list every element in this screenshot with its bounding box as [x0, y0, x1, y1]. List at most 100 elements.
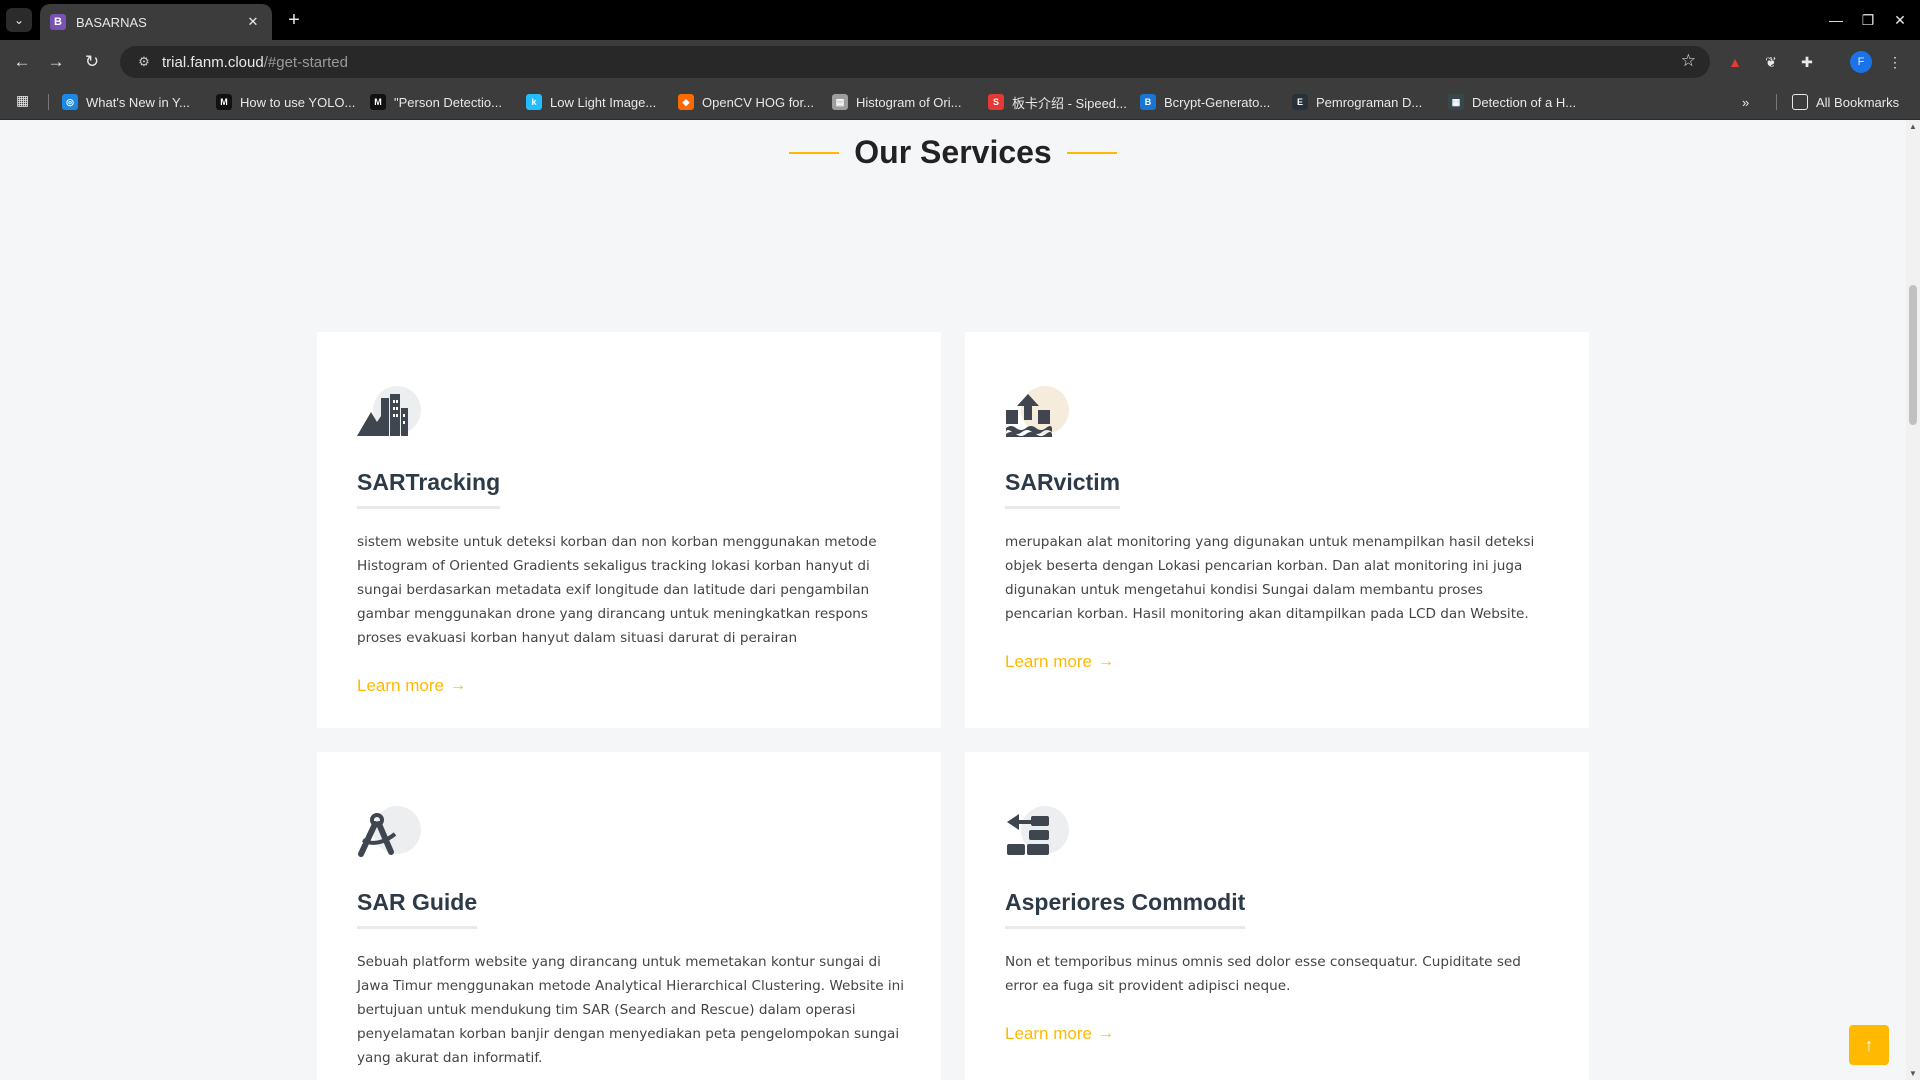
heading-line-left [789, 151, 840, 154]
extensions-puzzle-icon[interactable]: ✚ [1796, 51, 1818, 73]
service-card-sar-guide: SAR Guide Sebuah platform website yang d… [317, 752, 941, 1080]
tab-title: BASARNAS [76, 14, 147, 30]
learn-more-link[interactable]: Learn more → [1005, 1024, 1114, 1044]
arrow-up-icon: ↑ [1864, 1034, 1874, 1055]
bookmark-label: Low Light Image... [550, 94, 657, 110]
bookmark-label: OpenCV HOG for... [702, 94, 814, 110]
tab-basarnas[interactable]: B BASARNAS ✕ [40, 4, 272, 40]
scroll-up-icon[interactable]: ▲ [1909, 122, 1917, 131]
site-info-icon[interactable]: ⚙ [126, 54, 162, 70]
folder-icon [1792, 94, 1808, 110]
medium-icon: M [216, 94, 232, 110]
bookmark-item[interactable]: ▤ Histogram of Ori... [832, 90, 961, 114]
service-title: SAR Guide [357, 889, 478, 929]
service-card-sarvictim: SARvictim merupakan alat monitoring yang… [965, 332, 1589, 728]
bookmark-label: What's New in Y... [86, 94, 190, 110]
site-icon: E [1292, 94, 1308, 110]
service-title: SARvictim [1005, 469, 1121, 509]
bookmark-item[interactable]: E Pemrograman D... [1292, 90, 1422, 114]
apps-grid-icon[interactable]: ▦ [16, 92, 34, 110]
service-icon [1005, 386, 1069, 442]
all-bookmarks-button[interactable]: All Bookmarks [1792, 90, 1899, 114]
reload-icon[interactable]: ↻ [80, 50, 104, 74]
bookmark-separator [1776, 94, 1777, 110]
arrow-right-icon: → [1097, 653, 1114, 670]
heading-line-right [1066, 151, 1117, 154]
learn-more-link[interactable]: Learn more → [357, 676, 466, 696]
service-icon [1005, 806, 1069, 862]
bcrypt-icon: B [1140, 94, 1156, 110]
swirl-icon: ◎ [62, 94, 78, 110]
medium-icon: M [370, 94, 386, 110]
service-description: Sebuah platform website yang dirancang u… [357, 954, 905, 1066]
bookmark-item[interactable]: S 板卡介绍 - Sipeed... [988, 90, 1127, 114]
bookmark-item[interactable]: M "Person Detectio... [370, 90, 502, 114]
navigation-bar: ← → ↻ ⚙ trial.fanm.cloud /#get-started ☆… [0, 40, 1920, 84]
minimize-icon[interactable]: — [1824, 8, 1848, 32]
page-content: Our Services SARTracking sistem website … [0, 120, 1906, 1080]
arrow-up-water-icon [1006, 394, 1052, 437]
tab-close-icon[interactable]: ✕ [244, 14, 262, 30]
scrollbar-thumb[interactable] [1909, 285, 1917, 425]
close-window-icon[interactable]: ✕ [1888, 8, 1912, 32]
service-card-asperiores-commodit: Asperiores Commodit Non et temporibus mi… [965, 752, 1589, 1080]
learn-more-link[interactable]: Learn more → [1005, 652, 1114, 672]
bookmark-item[interactable]: ◆ OpenCV HOG for... [678, 90, 814, 114]
bookmark-label: Bcrypt-Generato... [1164, 94, 1271, 110]
bookmark-label: Pemrograman D... [1316, 94, 1423, 110]
url-host: trial.fanm.cloud [162, 53, 264, 71]
service-title: SARTracking [357, 469, 501, 509]
more-bookmarks-icon[interactable]: » [1742, 90, 1749, 114]
bookmark-label: 板卡介绍 - Sipeed... [1012, 95, 1127, 111]
tab-search-icon[interactable]: ⌄ [6, 8, 32, 32]
service-icon [357, 806, 421, 862]
service-description: sistem website untuk deteksi korban dan … [357, 534, 877, 646]
learn-more-label: Learn more [1005, 1024, 1092, 1043]
back-icon[interactable]: ← [10, 50, 34, 74]
mountain-city-icon [357, 394, 408, 436]
restore-icon[interactable]: ❐ [1856, 8, 1880, 32]
kaggle-icon: k [526, 94, 542, 110]
service-title: Asperiores Commodit [1005, 889, 1246, 929]
learn-more-label: Learn more [357, 676, 444, 695]
profile-avatar[interactable]: F [1850, 51, 1872, 73]
bookmark-item[interactable]: k Low Light Image... [526, 90, 656, 114]
tab-favicon: B [50, 14, 66, 30]
learn-more-label: Learn more [1005, 652, 1092, 671]
forward-icon[interactable]: → [44, 50, 68, 74]
extension-red-icon[interactable]: ▲ [1724, 51, 1746, 73]
url-path: /#get-started [263, 53, 348, 71]
bookmark-item[interactable]: ▦ Detection of a H... [1448, 90, 1576, 114]
bookmark-label: Detection of a H... [1472, 94, 1577, 110]
section-title: Our Services [854, 134, 1052, 170]
bookmark-separator [48, 94, 49, 110]
bookmark-label: How to use YOLO... [240, 94, 356, 110]
section-heading: Our Services [0, 134, 1906, 171]
back-to-top-button[interactable]: ↑ [1849, 1025, 1889, 1065]
tab-strip: ⌄ B BASARNAS ✕ + — ❐ ✕ [0, 0, 1920, 40]
service-card-sartracking: SARTracking sistem website untuk deteksi… [317, 332, 941, 728]
bookmark-star-icon[interactable]: ☆ [1681, 51, 1696, 71]
arrow-right-icon: → [1097, 1025, 1114, 1042]
new-tab-icon[interactable]: + [282, 8, 306, 32]
scroll-down-icon[interactable]: ▼ [1909, 1069, 1917, 1078]
all-bookmarks-label: All Bookmarks [1816, 94, 1900, 110]
address-bar[interactable]: ⚙ trial.fanm.cloud /#get-started ☆ [120, 46, 1710, 78]
sipeed-icon: S [988, 94, 1004, 110]
menu-kebab-icon[interactable]: ⋮ [1884, 51, 1906, 73]
page-scrollbar[interactable]: ▲ ▼ [1906, 120, 1920, 1080]
arrow-right-icon: → [449, 677, 466, 694]
service-icon [357, 386, 421, 442]
bookmark-label: Histogram of Ori... [856, 94, 962, 110]
bookmark-item[interactable]: ◎ What's New in Y... [62, 90, 190, 114]
compass-drafting-icon [358, 813, 397, 857]
bookmark-item[interactable]: B Bcrypt-Generato... [1140, 90, 1270, 114]
service-description: merupakan alat monitoring yang digunakan… [1005, 534, 1535, 622]
trowel-bricks-icon [1007, 814, 1049, 855]
bookmark-label: "Person Detectio... [394, 94, 502, 110]
site-icon: ◆ [678, 94, 694, 110]
site-icon: ▤ [832, 94, 848, 110]
extension-leaf-icon[interactable]: ❦ [1760, 51, 1782, 73]
site-icon: ▦ [1448, 94, 1464, 110]
bookmark-item[interactable]: M How to use YOLO... [216, 90, 355, 114]
